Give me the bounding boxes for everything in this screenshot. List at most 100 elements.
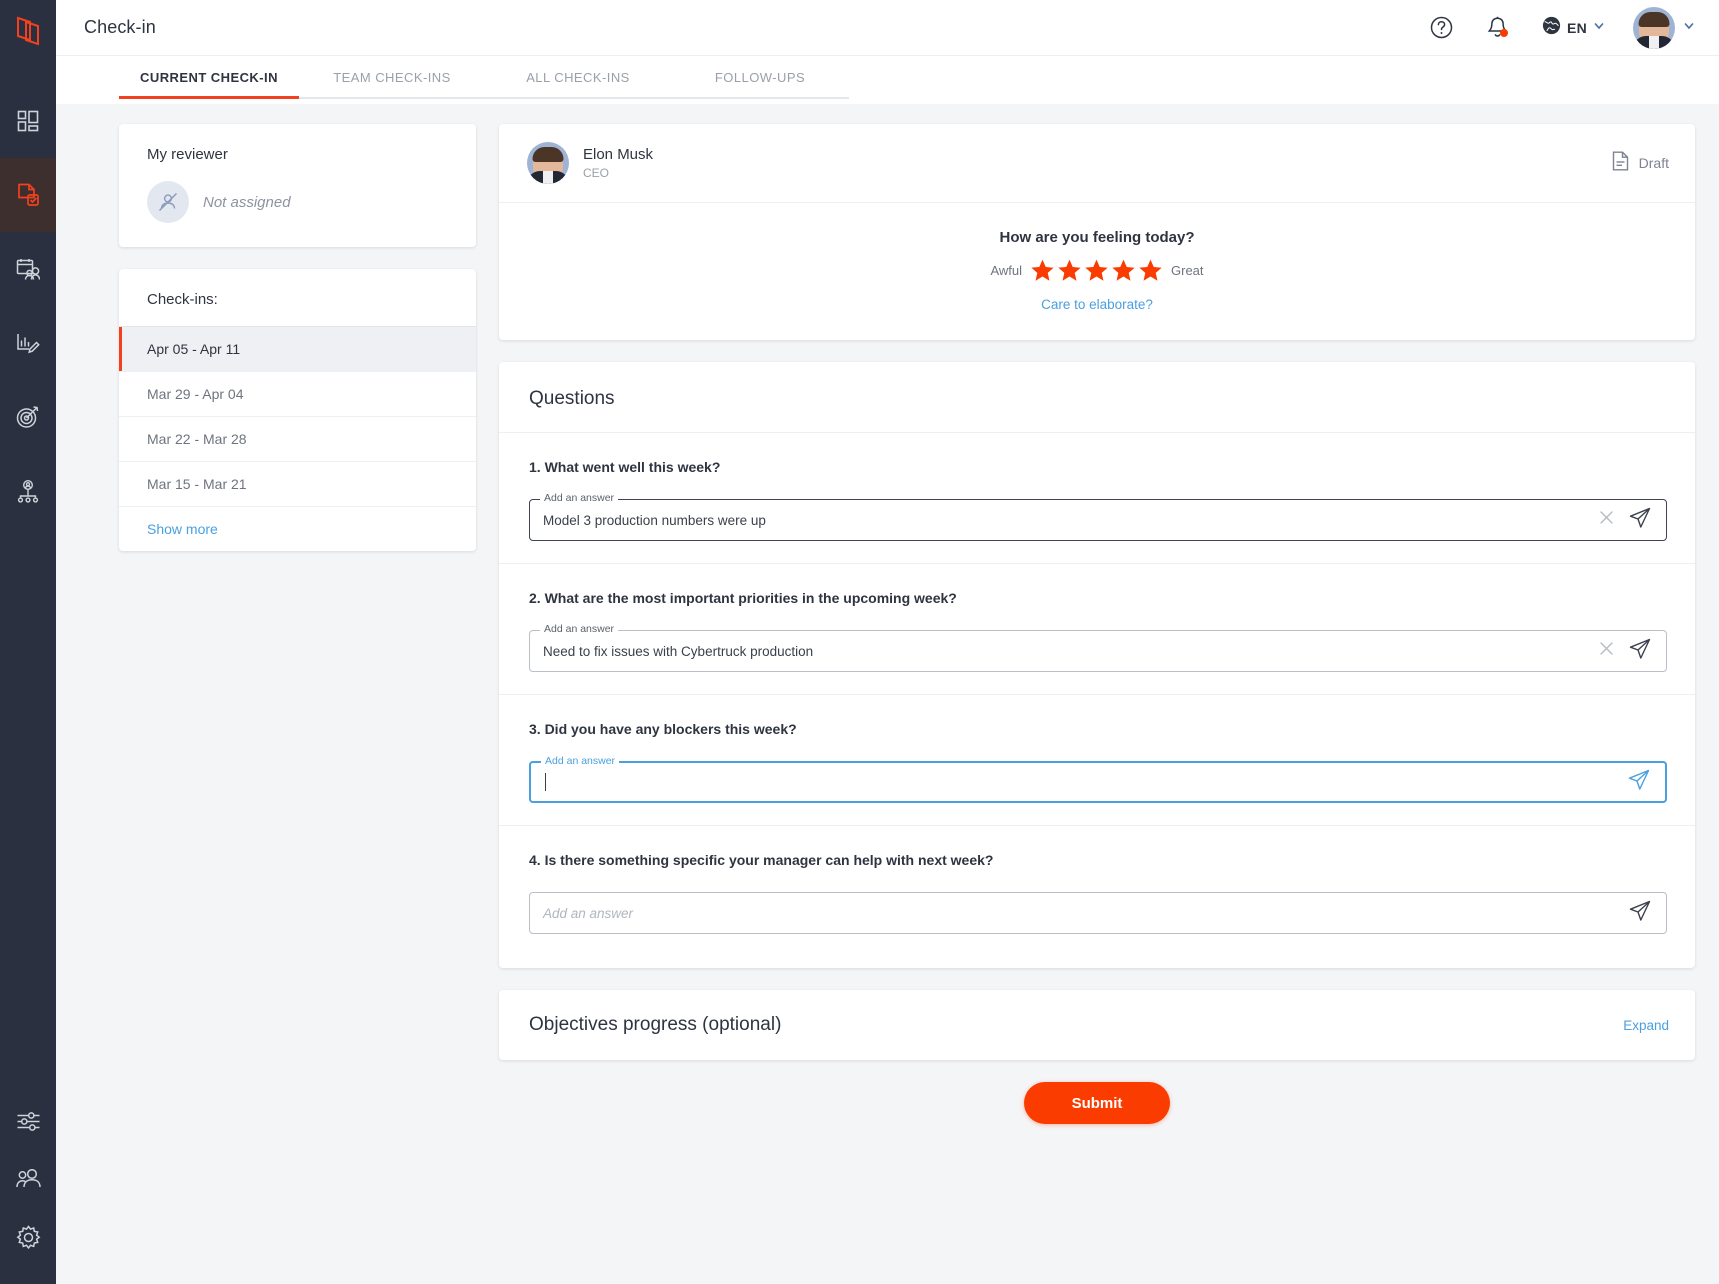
sidebar-item-reviews[interactable] xyxy=(0,306,56,380)
star-icon xyxy=(1058,259,1081,281)
mood-rating-row: Awful Great xyxy=(499,258,1695,283)
question-text: 2. What are the most important prioritie… xyxy=(529,590,957,606)
field-legend: Add an answer xyxy=(540,493,619,504)
sidebar-item-settings[interactable] xyxy=(0,1208,56,1266)
mood-card: Elon Musk CEO Draft How are you feeling … xyxy=(499,124,1695,340)
sidebar-item-check-in[interactable] xyxy=(0,158,56,232)
questions-header: Questions xyxy=(499,362,1695,433)
user-menu[interactable] xyxy=(1611,6,1695,49)
sidebar-item-org-chart[interactable] xyxy=(0,454,56,528)
field-actions xyxy=(1599,506,1666,535)
tab-active-underline xyxy=(119,96,299,99)
help-circle-icon[interactable] xyxy=(1414,0,1470,56)
avatar xyxy=(527,142,569,184)
globe-icon xyxy=(1542,16,1561,40)
question-block: 4. Is there something specific your mana… xyxy=(499,826,1695,968)
sidebar-item-users[interactable] xyxy=(0,1150,56,1208)
user-role: CEO xyxy=(583,166,610,181)
answer-field[interactable]: Add an answer xyxy=(529,756,1667,803)
objectives-expand-link[interactable]: Expand xyxy=(1623,1018,1669,1033)
send-icon[interactable] xyxy=(1628,899,1652,928)
close-icon[interactable] xyxy=(1599,510,1614,530)
mood-rating-section: How are you feeling today? Awful Great C… xyxy=(499,203,1695,340)
reviewer-title: My reviewer xyxy=(147,146,228,163)
right-column: Elon Musk CEO Draft How are you feeling … xyxy=(476,124,1719,1284)
checkins-card: Check-ins: Apr 05 - Apr 11 Mar 29 - Apr … xyxy=(119,269,476,551)
app-logo-icon[interactable] xyxy=(0,0,56,62)
submit-row: Submit xyxy=(499,1060,1695,1124)
tab-label: FOLLOW-UPS xyxy=(714,69,806,85)
question-block: 2. What are the most important prioritie… xyxy=(499,564,1695,695)
mood-low-label: Awful xyxy=(990,263,1023,278)
sidebar-bottom-nav xyxy=(0,1092,56,1284)
send-icon[interactable] xyxy=(1628,506,1652,535)
answer-value: Need to fix issues with Cybertruck produ… xyxy=(543,643,814,659)
left-sidebar xyxy=(0,0,56,1284)
text-caret xyxy=(545,773,546,791)
mood-high-label: Great xyxy=(1171,263,1204,278)
questions-card: Questions 1. What went well this week? A… xyxy=(499,362,1695,968)
content-area: My reviewer Not assigned Check-ins: Apr … xyxy=(56,104,1719,1284)
objectives-card: Objectives progress (optional) Expand xyxy=(499,990,1695,1060)
user-slash-icon xyxy=(147,181,189,223)
field-actions xyxy=(1627,768,1665,797)
reviewer-card: My reviewer Not assigned xyxy=(119,124,476,247)
send-icon[interactable] xyxy=(1627,768,1651,797)
answer-placeholder: Add an answer xyxy=(543,905,634,921)
checkin-item-label: Mar 29 - Apr 04 xyxy=(147,386,244,402)
question-block: 3. Did you have any blockers this week? … xyxy=(499,695,1695,826)
tab-bar: CURRENT CHECK-IN TEAM CHECK-INS ALL CHEC… xyxy=(56,56,1719,104)
avatar xyxy=(1633,6,1675,49)
star-rating[interactable] xyxy=(1030,258,1163,283)
tab-label: ALL CHECK-INS xyxy=(526,69,630,85)
checkin-list-item[interactable]: Mar 22 - Mar 28 xyxy=(119,416,476,461)
main-area: Check-in EN CURRENT CHECK-IN TEAM CHECK-… xyxy=(56,0,1719,1284)
answer-field[interactable]: Add an answer Need to fix issues with Cy… xyxy=(529,624,1667,672)
checkin-list-item[interactable]: Apr 05 - Apr 11 xyxy=(119,326,476,371)
bell-icon[interactable] xyxy=(1470,0,1526,56)
elaborate-link[interactable]: Care to elaborate? xyxy=(499,297,1695,312)
user-name: Elon Musk xyxy=(583,145,654,163)
question-block: 1. What went well this week? Add an answ… xyxy=(499,433,1695,564)
language-selector[interactable]: EN xyxy=(1526,0,1611,56)
submit-button[interactable]: Submit xyxy=(1023,1082,1171,1124)
send-icon[interactable] xyxy=(1628,637,1652,666)
checkin-list-item[interactable]: Mar 29 - Apr 04 xyxy=(119,371,476,416)
answer-field[interactable]: Add an answer Model 3 production numbers… xyxy=(529,493,1667,541)
sidebar-item-preferences[interactable] xyxy=(0,1092,56,1150)
language-label: EN xyxy=(1566,19,1587,36)
checkin-list-item[interactable]: Mar 15 - Mar 21 xyxy=(119,461,476,506)
document-icon xyxy=(1612,151,1629,176)
question-text: 4. Is there something specific your mana… xyxy=(529,852,994,868)
questions-title: Questions xyxy=(529,388,615,409)
close-icon[interactable] xyxy=(1599,641,1614,661)
checkin-item-label: Mar 15 - Mar 21 xyxy=(147,476,247,492)
field-actions xyxy=(1628,899,1666,928)
star-icon xyxy=(1085,259,1108,281)
chevron-down-icon xyxy=(1593,19,1605,37)
show-more-link[interactable]: Show more xyxy=(119,506,476,551)
page-title: Check-in xyxy=(84,17,156,37)
top-bar-actions: EN xyxy=(1414,0,1695,56)
question-text: 1. What went well this week? xyxy=(529,459,721,475)
sidebar-item-meetings[interactable] xyxy=(0,232,56,306)
star-icon xyxy=(1112,259,1135,281)
reviewer-row: Not assigned xyxy=(147,181,450,223)
checkin-item-label: Mar 22 - Mar 28 xyxy=(147,431,247,447)
answer-field[interactable]: Add an answer xyxy=(529,892,1667,934)
star-icon xyxy=(1031,259,1054,281)
top-bar: Check-in EN xyxy=(56,0,1719,56)
checkin-item-label: Apr 05 - Apr 11 xyxy=(147,341,241,357)
sidebar-nav-list xyxy=(0,84,56,528)
notification-badge xyxy=(1499,28,1508,37)
question-text: 3. Did you have any blockers this week? xyxy=(529,721,797,737)
sidebar-item-dashboard[interactable] xyxy=(0,84,56,158)
status-badge[interactable]: Draft xyxy=(1612,151,1669,176)
mood-question: How are you feeling today? xyxy=(999,229,1195,246)
status-label: Draft xyxy=(1638,155,1669,171)
star-icon xyxy=(1139,259,1162,281)
field-legend: Add an answer xyxy=(540,624,619,635)
sidebar-item-objectives[interactable] xyxy=(0,380,56,454)
tab-label: TEAM CHECK-INS xyxy=(333,69,451,85)
tab-label: CURRENT CHECK-IN xyxy=(140,69,278,85)
